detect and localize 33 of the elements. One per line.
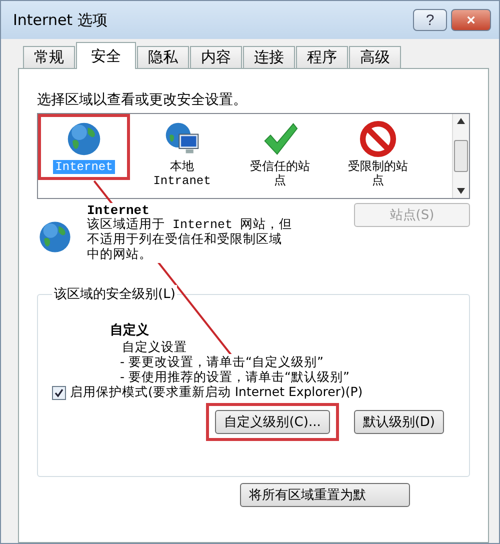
tab[interactable]: 隐私	[137, 46, 189, 68]
scrollbar[interactable]	[452, 114, 469, 198]
zone-item[interactable]: 本地 Intranet	[142, 120, 222, 188]
tab[interactable]: 安全	[76, 42, 136, 69]
level-button[interactable]: 自定义级别(C)...	[215, 410, 330, 434]
tab[interactable]: 常规	[23, 46, 75, 68]
zone-title: Internet	[87, 203, 150, 218]
zone-label: 受信任的站点	[249, 160, 311, 188]
tab[interactable]: 程序	[296, 46, 348, 68]
no-entry-icon	[359, 120, 397, 158]
level-name: 自定义	[110, 321, 149, 339]
tab[interactable]: 连接	[243, 46, 295, 68]
zone-description: 该区域适用于 Internet 网站，但不适用于列在受信任和受限制区域中的网站。	[87, 218, 292, 263]
tab[interactable]: 内容	[190, 46, 242, 68]
help-button[interactable]: ?	[413, 9, 447, 31]
zone-label: 受限制的站点	[347, 160, 409, 188]
globe-icon	[65, 120, 103, 158]
checkbox[interactable]	[52, 386, 66, 400]
checkbox-label: 启用保护模式(要求重新启动 Internet Explorer)(P)	[70, 384, 363, 401]
scroll-down-icon[interactable]	[457, 188, 465, 194]
group-legend: 该区域的安全级别(L)	[52, 285, 178, 303]
scroll-up-icon[interactable]	[457, 118, 465, 124]
zone-label: Internet	[53, 160, 115, 174]
zone-label: 本地 Intranet	[153, 160, 211, 188]
level-button[interactable]: 默认级别(D)	[354, 410, 444, 434]
sites-button: 站点(S)	[354, 203, 470, 227]
globe-icon	[37, 219, 73, 255]
zone-item[interactable]: 受限制的站点	[338, 120, 418, 188]
zone-prompt: 选择区域以查看或更改安全设置。	[37, 91, 248, 109]
zone-item[interactable]: 受信任的站点	[240, 120, 320, 188]
tab[interactable]: 高级	[349, 46, 401, 68]
reset-zones-button[interactable]: 将所有区域重置为默	[240, 483, 410, 507]
window-title: Internet 选项	[13, 10, 108, 30]
